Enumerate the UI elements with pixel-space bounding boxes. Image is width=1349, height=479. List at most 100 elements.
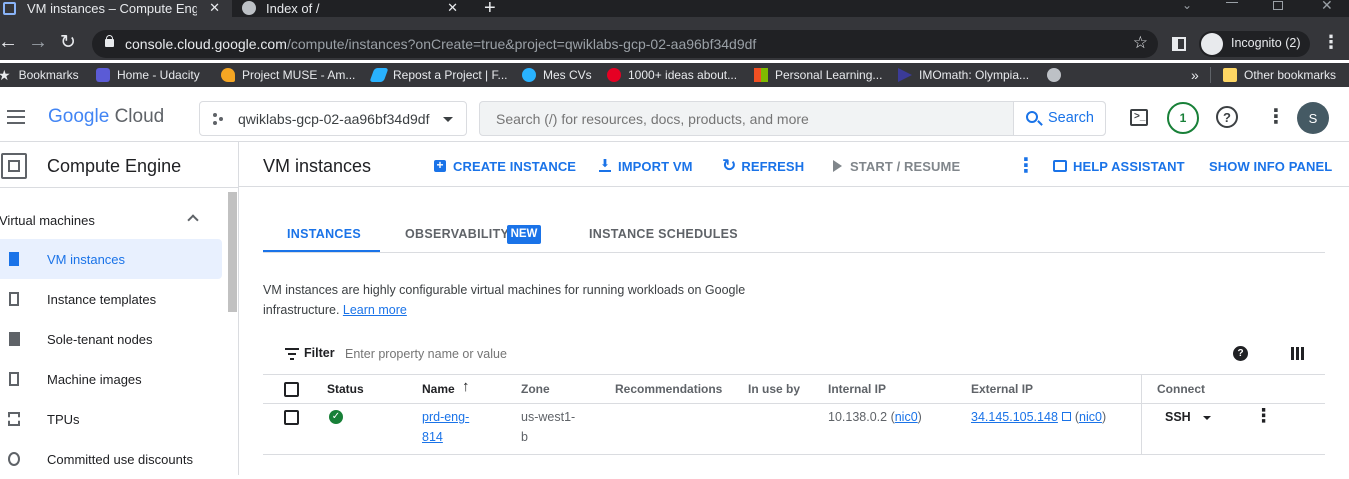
project-icon xyxy=(213,113,223,125)
bookmark-cvs[interactable]: Mes CVs xyxy=(522,63,592,87)
start-resume-button[interactable]: START / RESUME xyxy=(833,157,960,175)
refresh-button[interactable]: ↻ REFRESH xyxy=(722,156,804,175)
column-display-icon[interactable] xyxy=(1291,347,1304,360)
chrome-menu-icon[interactable]: ⋮ xyxy=(1322,32,1340,53)
cloud-shell-icon[interactable]: >_ xyxy=(1130,109,1148,126)
browser-tab[interactable]: Index of / ✕ xyxy=(232,0,472,17)
window-close-icon[interactable]: ✕ xyxy=(1321,0,1333,14)
avatar[interactable]: S xyxy=(1297,102,1329,134)
instance-name-line-2: 814 xyxy=(422,430,443,444)
bookmark-label: Project MUSE - Am... xyxy=(242,68,356,82)
bookmark-pinterest[interactable]: 1000+ ideas about... xyxy=(607,63,737,87)
help-icon[interactable]: ? xyxy=(1216,106,1238,128)
restore-icon[interactable] xyxy=(1273,1,1283,10)
refresh-icon: ↻ xyxy=(722,156,737,175)
google-cloud-logo[interactable]: Google Cloud xyxy=(48,106,164,128)
tab-observability[interactable]: OBSERVABILITY xyxy=(405,227,509,241)
more-options-icon[interactable]: ⋮ xyxy=(1266,104,1286,129)
sidebar-section-virtual-machines[interactable]: Virtual machines xyxy=(0,202,222,238)
help-circle-icon[interactable]: ? xyxy=(1233,346,1248,361)
chat-icon xyxy=(1053,160,1067,172)
bookmark-udacity[interactable]: Home - Udacity xyxy=(96,63,200,87)
search-button[interactable]: Search xyxy=(1013,102,1105,135)
sidebar: Compute Engine Virtual machines VM insta… xyxy=(0,142,239,475)
column-connect[interactable]: Connect xyxy=(1157,382,1205,396)
external-link-icon[interactable] xyxy=(1062,412,1072,421)
browser-tab-active[interactable]: VM instances – Compute Engine ✕ xyxy=(0,0,232,17)
more-actions-icon[interactable]: ⋮ xyxy=(1016,153,1036,178)
sidebar-item-sole-tenant-nodes[interactable]: Sole-tenant nodes xyxy=(0,319,222,359)
table-row[interactable]: ✓ prd-eng- 814 us-west1- b 10.138.0.2 (n… xyxy=(263,404,1325,454)
sidebar-item-instance-templates[interactable]: Instance templates xyxy=(0,279,222,319)
row-checkbox[interactable] xyxy=(284,410,299,425)
external-nic-link[interactable]: nic0 xyxy=(1079,410,1102,424)
ssh-dropdown-arrow-icon[interactable] xyxy=(1203,416,1211,420)
reload-icon[interactable]: ↻ xyxy=(60,31,76,54)
close-tab-icon[interactable]: ✕ xyxy=(447,0,458,16)
bookmark-muse[interactable]: Project MUSE - Am... xyxy=(221,63,355,87)
gcp-header: Google Cloud qwiklabs-gcp-02-aa96bf34d9d… xyxy=(0,95,1349,141)
sort-arrow-up-icon[interactable]: ↑ xyxy=(462,378,470,395)
column-status[interactable]: Status xyxy=(327,382,364,396)
column-in-use-by[interactable]: In use by xyxy=(748,382,800,396)
sidebar-item-vm-instances[interactable]: VM instances xyxy=(0,239,222,279)
import-vm-button[interactable]: ⬇ IMPORT VM xyxy=(599,157,693,175)
close-tab-icon[interactable]: ✕ xyxy=(209,0,220,16)
minimize-icon[interactable] xyxy=(1226,2,1238,3)
column-name[interactable]: Name xyxy=(422,382,455,396)
forward-icon[interactable]: → xyxy=(28,31,48,54)
tab-search-chevron-icon[interactable]: ⌄ xyxy=(1182,0,1192,12)
column-external-ip[interactable]: External IP xyxy=(971,382,1033,396)
back-icon[interactable]: ← xyxy=(0,31,18,54)
lock-shackle-icon xyxy=(106,35,113,41)
ssh-button[interactable]: SSH xyxy=(1165,410,1191,424)
create-instance-button[interactable]: + CREATE INSTANCE xyxy=(434,157,576,175)
filter-input[interactable] xyxy=(345,342,745,366)
select-all-checkbox[interactable] xyxy=(284,382,299,397)
help-assistant-button[interactable]: HELP ASSISTANT xyxy=(1053,157,1185,175)
sidebar-scrollbar[interactable] xyxy=(228,192,237,312)
tab-instances[interactable]: INSTANCES xyxy=(287,227,361,241)
bookmark-globe[interactable] xyxy=(1047,63,1068,87)
bookmark-personal-learning[interactable]: Personal Learning... xyxy=(754,63,882,87)
bookmarks-bar: ★ Bookmarks Home - Udacity Project MUSE … xyxy=(0,63,1349,87)
instance-name-link[interactable]: prd-eng- 814 xyxy=(422,407,469,447)
bookmark-imomath[interactable]: IMOmath: Olympia... xyxy=(898,63,1029,87)
filter-bar[interactable]: Filter ? xyxy=(263,340,1325,368)
play-icon xyxy=(833,160,842,172)
external-ip-link[interactable]: 34.145.105.148 xyxy=(971,410,1058,424)
search-icon-handle xyxy=(1037,120,1043,126)
bookmark-bookmarks[interactable]: ★ Bookmarks xyxy=(0,63,79,87)
create-instance-label: CREATE INSTANCE xyxy=(453,158,577,174)
search-box[interactable]: Search xyxy=(479,101,1106,136)
internal-nic-link[interactable]: nic0 xyxy=(895,410,918,424)
column-zone[interactable]: Zone xyxy=(521,382,550,396)
microsoft-icon xyxy=(754,68,768,82)
hamburger-menu-icon[interactable] xyxy=(7,109,27,125)
incognito-badge[interactable]: Incognito (2) xyxy=(1199,31,1310,57)
globe-icon xyxy=(1047,68,1061,82)
bookmark-label: Personal Learning... xyxy=(775,68,883,82)
row-actions-icon[interactable]: ⋮ xyxy=(1254,405,1273,428)
more-bookmarks-icon[interactable]: » xyxy=(1191,63,1199,87)
omnibox[interactable]: console.cloud.google.com /compute/instan… xyxy=(92,30,1158,58)
section-label: Virtual machines xyxy=(0,213,95,228)
chevron-up-icon[interactable] xyxy=(187,214,199,226)
bookmark-freelancer[interactable]: Repost a Project | F... xyxy=(369,63,508,87)
reading-mode-icon[interactable] xyxy=(1172,37,1186,51)
external-ip-cell: 34.145.105.148 (nic0) xyxy=(971,410,1107,424)
bookmark-star-icon[interactable]: ☆ xyxy=(1133,33,1148,53)
sidebar-item-committed-use-discounts[interactable]: Committed use discounts xyxy=(0,439,222,479)
project-picker[interactable]: qwiklabs-gcp-02-aa96bf34d9df xyxy=(199,101,467,136)
bookmark-other[interactable]: Other bookmarks xyxy=(1223,63,1336,87)
column-internal-ip[interactable]: Internal IP xyxy=(828,382,886,396)
notifications-button[interactable]: 1 xyxy=(1167,102,1199,134)
column-recommendations[interactable]: Recommendations xyxy=(615,382,722,396)
search-input[interactable] xyxy=(480,102,1013,135)
tab-instance-schedules[interactable]: INSTANCE SCHEDULES xyxy=(589,227,738,241)
sidebar-item-tpus[interactable]: TPUs xyxy=(0,399,222,439)
sidebar-item-label: VM instances xyxy=(47,251,126,267)
sidebar-item-machine-images[interactable]: Machine images xyxy=(0,359,222,399)
show-info-panel-button[interactable]: SHOW INFO PANEL xyxy=(1209,157,1332,175)
learn-more-link[interactable]: Learn more xyxy=(343,303,407,317)
